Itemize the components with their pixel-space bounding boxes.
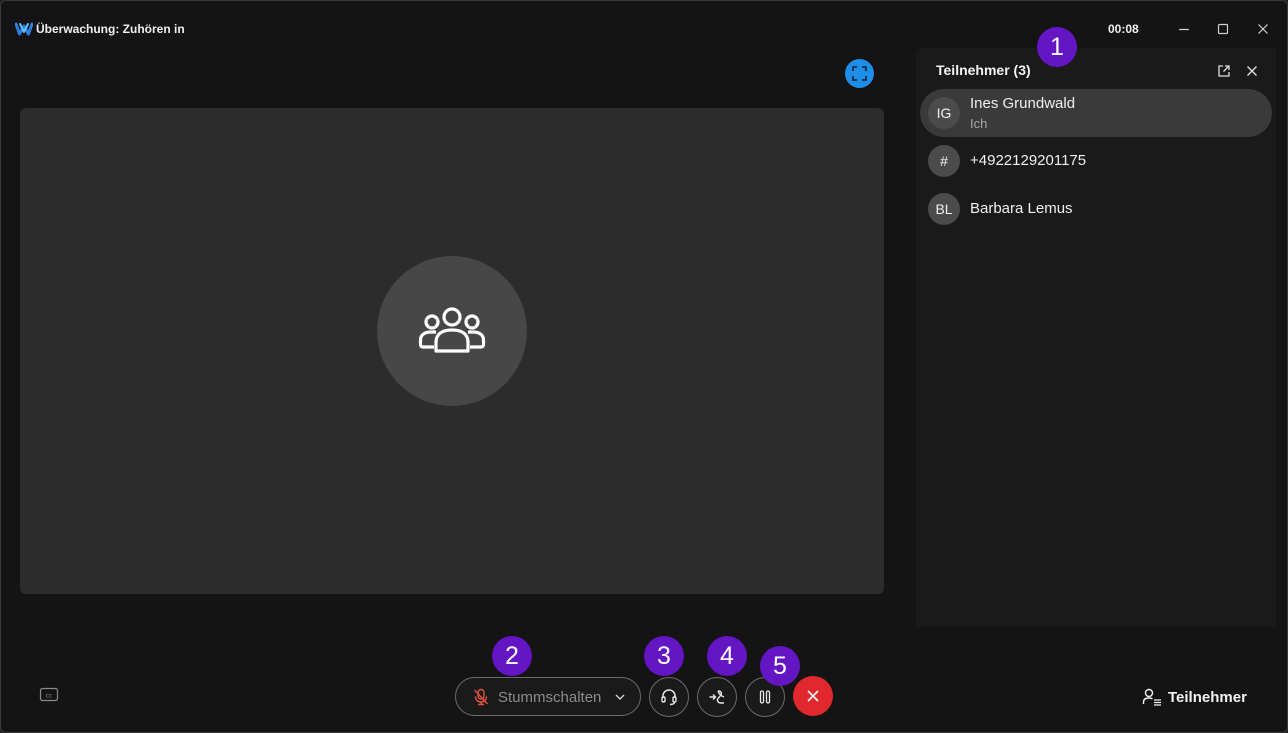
minimize-button[interactable] <box>1169 15 1199 43</box>
annotation-badge: 5 <box>760 646 800 686</box>
participant-name: +4922129201175 <box>970 152 1087 169</box>
avatar: # <box>928 145 960 177</box>
mute-label: Stummschalten <box>498 689 602 706</box>
closed-captions-icon[interactable]: cc <box>39 687 61 703</box>
popout-icon <box>1218 65 1230 77</box>
participant-row[interactable]: # +4922129201175 <box>920 137 1272 185</box>
annotation-badge: 1 <box>1037 27 1077 67</box>
barge-in-icon <box>709 690 725 704</box>
avatar: IG <box>928 97 960 129</box>
participant-row[interactable]: IG Ines Grundwald Ich <box>920 89 1272 137</box>
svg-text:cc: cc <box>46 693 53 700</box>
participant-name: Ines Grundwald <box>970 95 1076 112</box>
window-title: Überwachung: Zuhören in <box>36 22 185 36</box>
participant-list: IG Ines Grundwald Ich # +4922129201175 B… <box>920 89 1272 233</box>
call-timer: 00:08 <box>1108 22 1139 36</box>
close-icon <box>1247 66 1257 76</box>
participant-row[interactable]: BL Barbara Lemus <box>920 185 1272 233</box>
close-window-button[interactable] <box>1248 15 1278 43</box>
maximize-icon <box>1217 23 1229 35</box>
video-tile <box>20 108 884 594</box>
mute-button[interactable]: Stummschalten <box>455 677 641 716</box>
app-window: Überwachung: Zuhören in 00:08 Teilnehmer… <box>0 0 1288 733</box>
avatar: BL <box>928 193 960 225</box>
close-icon <box>1258 24 1268 34</box>
coach-button[interactable] <box>649 677 689 717</box>
participants-toggle-button[interactable]: Teilnehmer <box>1142 686 1247 708</box>
annotation-badge: 4 <box>707 636 747 676</box>
participant-name: Barbara Lemus <box>970 200 1073 217</box>
close-panel-button[interactable] <box>1243 62 1261 80</box>
microphone-muted-icon <box>473 688 489 706</box>
group-people-icon <box>418 307 486 353</box>
pause-icon <box>759 690 771 704</box>
webex-logo-icon <box>15 22 33 36</box>
annotation-badge: 3 <box>644 636 684 676</box>
fullscreen-button[interactable] <box>845 59 874 88</box>
barge-in-button[interactable] <box>697 677 737 717</box>
fullscreen-icon <box>852 66 867 81</box>
panel-title: Teilnehmer (3) <box>936 62 1031 78</box>
popout-button[interactable] <box>1215 62 1233 80</box>
annotation-badge: 2 <box>492 636 532 676</box>
minimize-icon <box>1179 28 1189 31</box>
chevron-down-icon[interactable] <box>614 691 626 703</box>
end-call-button[interactable] <box>793 676 833 716</box>
group-avatar <box>377 256 527 406</box>
maximize-button[interactable] <box>1208 15 1238 43</box>
participant-subtitle: Ich <box>970 116 988 131</box>
participants-list-icon <box>1142 688 1161 706</box>
participants-toggle-label: Teilnehmer <box>1168 688 1247 706</box>
participants-panel: Teilnehmer (3) IG Ines Grundwald Ich # +… <box>916 48 1276 626</box>
headset-icon <box>661 689 677 706</box>
close-icon <box>807 690 819 702</box>
